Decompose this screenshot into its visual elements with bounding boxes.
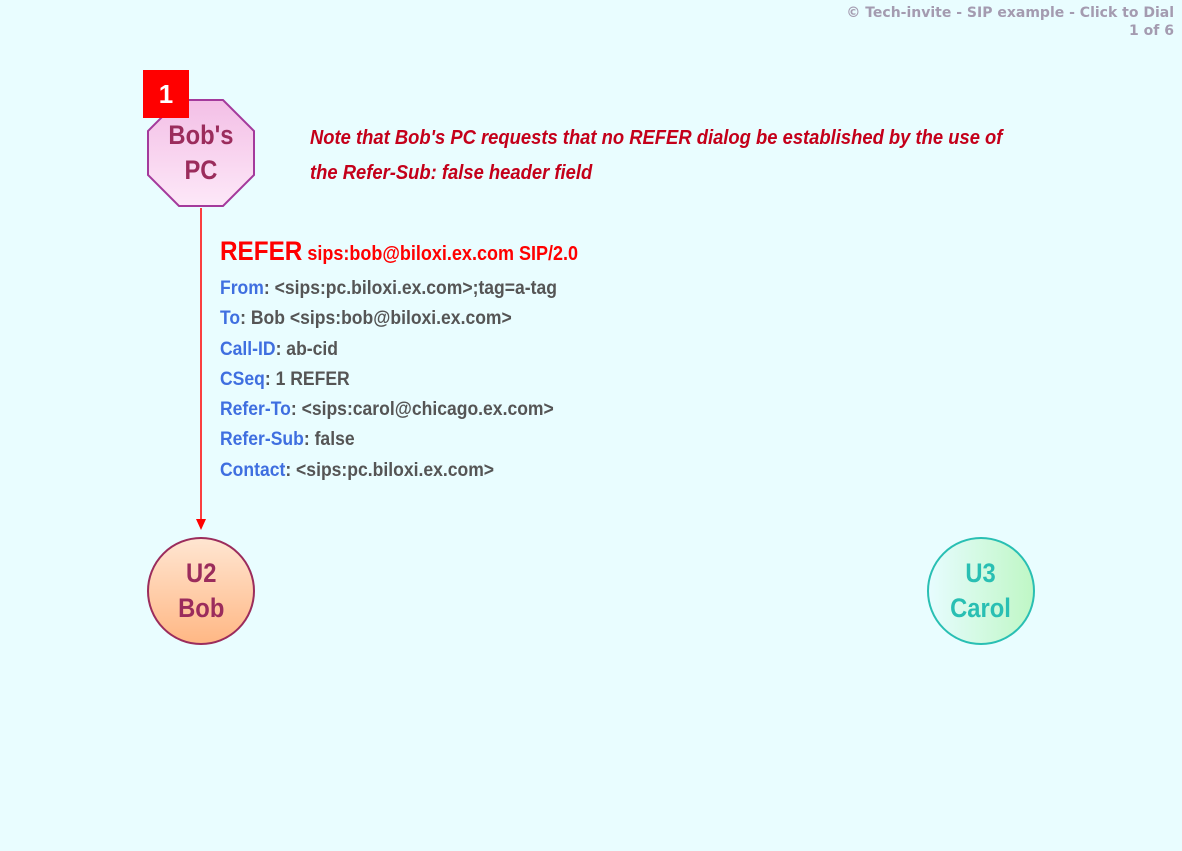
- header-value: : <sips:carol@chicago.ex.com>: [290, 398, 554, 421]
- sip-message: REFER sips:bob@biloxi.ex.com SIP/2.0 Fro…: [220, 232, 578, 485]
- arrow-head: [196, 519, 206, 530]
- header-refer-sub: Refer-Sub: false: [220, 424, 578, 454]
- request-uri: sips:bob@biloxi.ex.com SIP/2.0: [302, 243, 578, 265]
- note-line1: Note that Bob's PC requests that no REFE…: [310, 127, 1003, 149]
- node-line2: PC: [184, 155, 218, 185]
- header-value: : <sips:pc.biloxi.ex.com>;tag=a-tag: [263, 277, 557, 299]
- header-value: : Bob <sips:bob@biloxi.ex.com>: [240, 307, 512, 330]
- header-name: Contact: [220, 458, 286, 481]
- node-line1: U3: [965, 558, 997, 588]
- note-line2: the Refer-Sub: false header field: [310, 162, 593, 184]
- header-value: : false: [303, 428, 355, 451]
- note-text: Note that Bob's PC requests that no REFE…: [310, 121, 1009, 191]
- node-u2-bob[interactable]: U2 Bob: [147, 537, 255, 645]
- header-name: Refer-Sub: [220, 428, 304, 451]
- header-name: From: [220, 277, 264, 299]
- header-cseq: CSeq: 1 REFER: [220, 364, 578, 394]
- node-line2: Bob: [177, 593, 225, 623]
- request-line: REFER sips:bob@biloxi.ex.com SIP/2.0: [220, 232, 578, 273]
- node-line1: U2: [185, 558, 217, 588]
- header-value: : 1 REFER: [264, 367, 350, 390]
- header-contact: Contact: <sips:pc.biloxi.ex.com>: [220, 455, 578, 485]
- header-value: : <sips:pc.biloxi.ex.com>: [285, 458, 495, 481]
- header-refer-to: Refer-To: <sips:carol@chicago.ex.com>: [220, 394, 578, 424]
- header-from: From: <sips:pc.biloxi.ex.com>;tag=a-tag: [220, 273, 578, 303]
- step-badge: 1: [143, 70, 189, 118]
- header-name: Refer-To: [220, 398, 291, 421]
- header-call-id: Call-ID: ab-cid: [220, 334, 578, 364]
- node-line1: Bob's: [168, 120, 234, 150]
- header-to: To: Bob <sips:bob@biloxi.ex.com>: [220, 303, 578, 333]
- header-value: : ab-cid: [275, 337, 338, 360]
- header-name: CSeq: [220, 367, 265, 390]
- sip-method: REFER: [220, 236, 303, 266]
- header-name: Call-ID: [220, 337, 276, 360]
- header-name: To: [220, 307, 241, 330]
- node-u3-carol[interactable]: U3 Carol: [927, 537, 1035, 645]
- node-line2: Carol: [950, 593, 1012, 623]
